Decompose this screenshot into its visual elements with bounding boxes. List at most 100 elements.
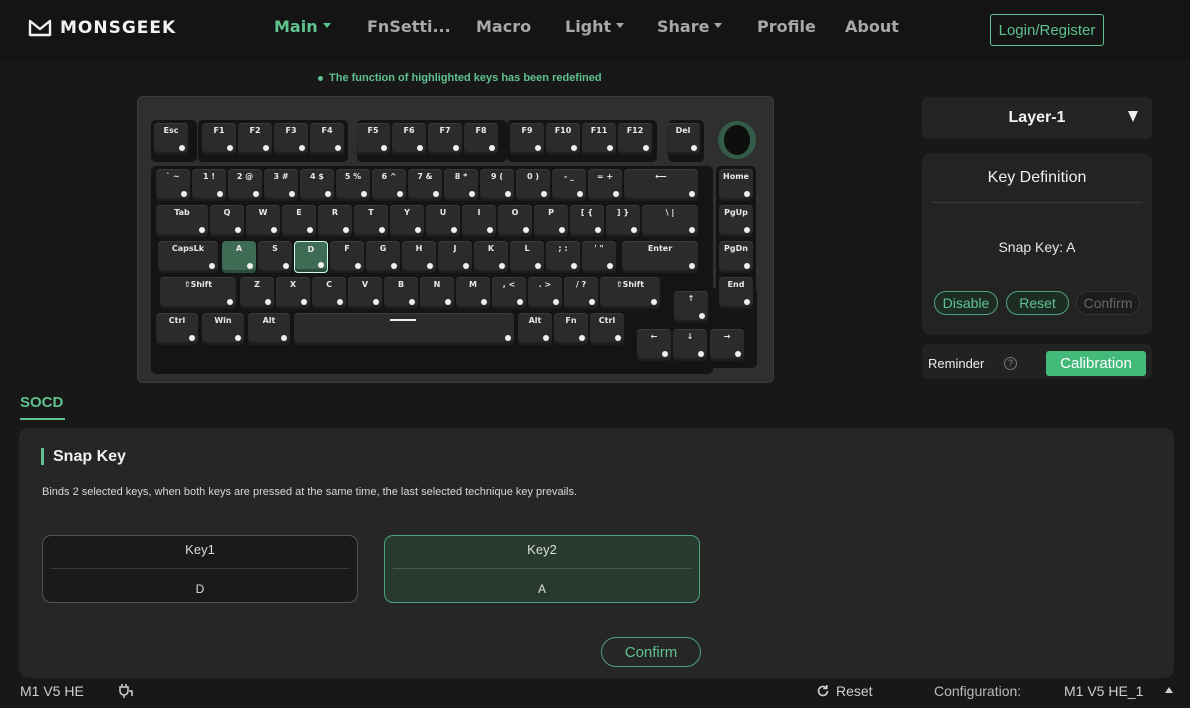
reset-button[interactable]: Reset (1006, 291, 1069, 315)
key-5[interactable]: 5 % (336, 169, 370, 201)
key-0[interactable]: 0 ) (516, 169, 550, 201)
nav-macro[interactable]: Macro (476, 17, 531, 36)
key-f11[interactable]: F11 (582, 123, 616, 155)
key-f4[interactable]: F4 (310, 123, 344, 155)
key-w[interactable]: W (246, 205, 280, 237)
key-space[interactable]: ' " (582, 241, 616, 273)
key-space[interactable]: ↑ (674, 291, 708, 323)
key-space[interactable]: ; : (546, 241, 580, 273)
nav-main[interactable]: Main (274, 17, 331, 36)
key-e[interactable]: E (282, 205, 316, 237)
key-alt[interactable]: Alt (248, 313, 290, 345)
key-l[interactable]: L (510, 241, 544, 273)
key-space[interactable]: → (710, 329, 744, 361)
rotary-knob[interactable] (718, 121, 756, 159)
key-f10[interactable]: F10 (546, 123, 580, 155)
key-7[interactable]: 7 & (408, 169, 442, 201)
key-space[interactable]: ↓ (673, 329, 707, 361)
key-s[interactable]: S (258, 241, 292, 273)
key-f5[interactable]: F5 (356, 123, 390, 155)
snap-key-confirm-button[interactable]: Confirm (601, 637, 701, 667)
key-u[interactable]: U (426, 205, 460, 237)
nav-fnsettings[interactable]: FnSetti... (367, 17, 451, 36)
confirm-button-disabled[interactable]: Confirm (1076, 291, 1140, 315)
key-space[interactable]: ` ~ (156, 169, 190, 201)
key-space[interactable]: . > (528, 277, 562, 309)
brand-logo[interactable]: MONSGEEK (28, 18, 176, 38)
key-2[interactable]: 2 @ (228, 169, 262, 201)
key-f7[interactable]: F7 (428, 123, 462, 155)
configuration-select[interactable]: M1 V5 HE_1 (1064, 683, 1143, 699)
nav-about[interactable]: About (845, 17, 899, 36)
key-f1[interactable]: F1 (202, 123, 236, 155)
key-o[interactable]: O (498, 205, 532, 237)
login-register-button[interactable]: Login/Register (990, 14, 1104, 46)
key-k[interactable]: K (474, 241, 508, 273)
key-y[interactable]: Y (390, 205, 424, 237)
key-space[interactable]: , < (492, 277, 526, 309)
key-capslk[interactable]: CapsLk (158, 241, 218, 273)
key1-box[interactable]: Key1 D (42, 535, 358, 603)
key-f[interactable]: F (330, 241, 364, 273)
key-q[interactable]: Q (210, 205, 244, 237)
key-t[interactable]: T (354, 205, 388, 237)
help-icon[interactable]: ? (1004, 357, 1017, 370)
key-alt[interactable]: Alt (518, 313, 552, 345)
key-del[interactable]: Del (666, 123, 700, 155)
key-ctrl[interactable]: Ctrl (156, 313, 198, 345)
key-j[interactable]: J (438, 241, 472, 273)
key-win[interactable]: Win (202, 313, 244, 345)
key-f2[interactable]: F2 (238, 123, 272, 155)
key-g[interactable]: G (366, 241, 400, 273)
tab-socd[interactable]: SOCD (20, 394, 63, 411)
key-shift[interactable]: ⇧Shift (600, 277, 660, 309)
key-4[interactable]: 4 $ (300, 169, 334, 201)
key-f6[interactable]: F6 (392, 123, 426, 155)
key-space[interactable]: \ | (642, 205, 698, 237)
key-r[interactable]: R (318, 205, 352, 237)
key-space[interactable]: [ { (570, 205, 604, 237)
key-p[interactable]: P (534, 205, 568, 237)
key-space[interactable]: ] } (606, 205, 640, 237)
nav-light[interactable]: Light (565, 17, 625, 36)
key-n[interactable]: N (420, 277, 454, 309)
key-space[interactable] (294, 313, 514, 345)
layer-select[interactable]: Layer-1 (922, 97, 1152, 139)
key-v[interactable]: V (348, 277, 382, 309)
key-h[interactable]: H (402, 241, 436, 273)
key-ctrl[interactable]: Ctrl (590, 313, 624, 345)
chevron-up-icon[interactable] (1165, 687, 1173, 693)
key-space[interactable]: / ? (564, 277, 598, 309)
nav-profile[interactable]: Profile (757, 17, 816, 36)
key-f9[interactable]: F9 (510, 123, 544, 155)
key2-box[interactable]: Key2 A (384, 535, 700, 603)
key-3[interactable]: 3 # (264, 169, 298, 201)
key-x[interactable]: X (276, 277, 310, 309)
key-pgdn[interactable]: PgDn (719, 241, 753, 273)
key-f8[interactable]: F8 (464, 123, 498, 155)
key-space[interactable]: - _ (552, 169, 586, 201)
key-home[interactable]: Home (719, 169, 753, 201)
key-space[interactable]: = + (588, 169, 622, 201)
key-space[interactable]: ← (637, 329, 671, 361)
key-8[interactable]: 8 * (444, 169, 478, 201)
disable-button[interactable]: Disable (934, 291, 998, 315)
connection-icon[interactable] (117, 682, 135, 705)
key-esc[interactable]: Esc (154, 123, 188, 155)
footer-reset-button[interactable]: Reset (816, 683, 873, 699)
key-pgup[interactable]: PgUp (719, 205, 753, 237)
key-f3[interactable]: F3 (274, 123, 308, 155)
key-f12[interactable]: F12 (618, 123, 652, 155)
key-9[interactable]: 9 ( (480, 169, 514, 201)
key-tab[interactable]: Tab (156, 205, 208, 237)
calibration-button[interactable]: Calibration (1046, 351, 1146, 376)
key-d[interactable]: D (294, 241, 328, 273)
key-b[interactable]: B (384, 277, 418, 309)
key-enter[interactable]: Enter (622, 241, 698, 273)
key-6[interactable]: 6 ^ (372, 169, 406, 201)
key-a[interactable]: A (222, 241, 256, 273)
key-z[interactable]: Z (240, 277, 274, 309)
key-1[interactable]: 1 ! (192, 169, 226, 201)
key-fn[interactable]: Fn (554, 313, 588, 345)
key-m[interactable]: M (456, 277, 490, 309)
